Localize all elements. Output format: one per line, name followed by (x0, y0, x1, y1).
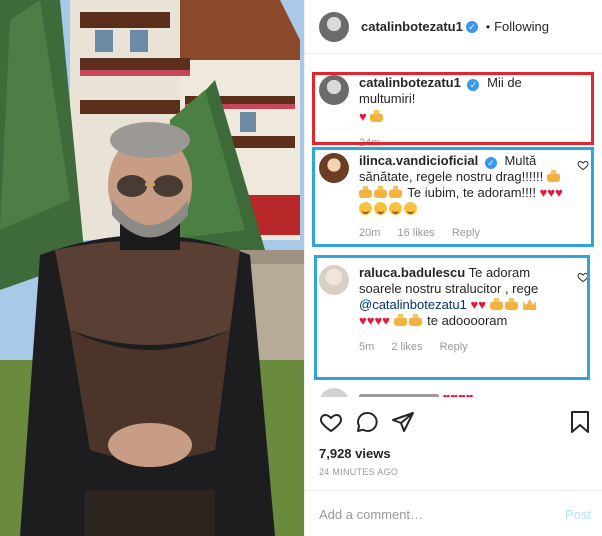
comment-item-partial: ♥♥♥♥ (319, 388, 589, 397)
comment-input[interactable]: Add a comment… (319, 507, 423, 522)
view-count[interactable]: 7,928 views (319, 446, 391, 461)
highlight-box-red (312, 72, 594, 145)
post-photo[interactable] (0, 0, 304, 536)
post-header: catalinbotezatu1 ✓ • Following (305, 0, 602, 54)
post-timestamp[interactable]: 24 MINUTES AGO (319, 467, 398, 477)
separator-dot: • (485, 19, 491, 34)
red-heart-icon: ♥ (458, 390, 466, 397)
highlight-box-blue (314, 255, 590, 380)
red-heart-icon: ♥ (450, 390, 458, 397)
like-heart-icon[interactable] (319, 410, 343, 434)
following-button[interactable]: Following (494, 19, 549, 34)
add-comment-bar: Add a comment… Post (305, 490, 602, 536)
commenter-avatar[interactable] (319, 388, 349, 397)
comment-bubble-icon[interactable] (355, 410, 379, 434)
highlight-box-blue (312, 147, 594, 247)
verified-badge-icon: ✓ (465, 20, 478, 33)
red-heart-icon: ♥ (466, 390, 474, 397)
action-bar (319, 410, 591, 438)
share-send-icon[interactable] (391, 410, 415, 434)
author-avatar[interactable] (319, 11, 349, 42)
author-username[interactable]: catalinbotezatu1 (361, 19, 463, 34)
commenter-username-partial (359, 394, 439, 397)
post-sidebar: catalinbotezatu1 ✓ • Following catalinbo… (304, 0, 602, 536)
photo-scene (0, 0, 304, 536)
save-bookmark-icon[interactable] (569, 410, 591, 434)
post-comment-button[interactable]: Post (565, 507, 591, 522)
